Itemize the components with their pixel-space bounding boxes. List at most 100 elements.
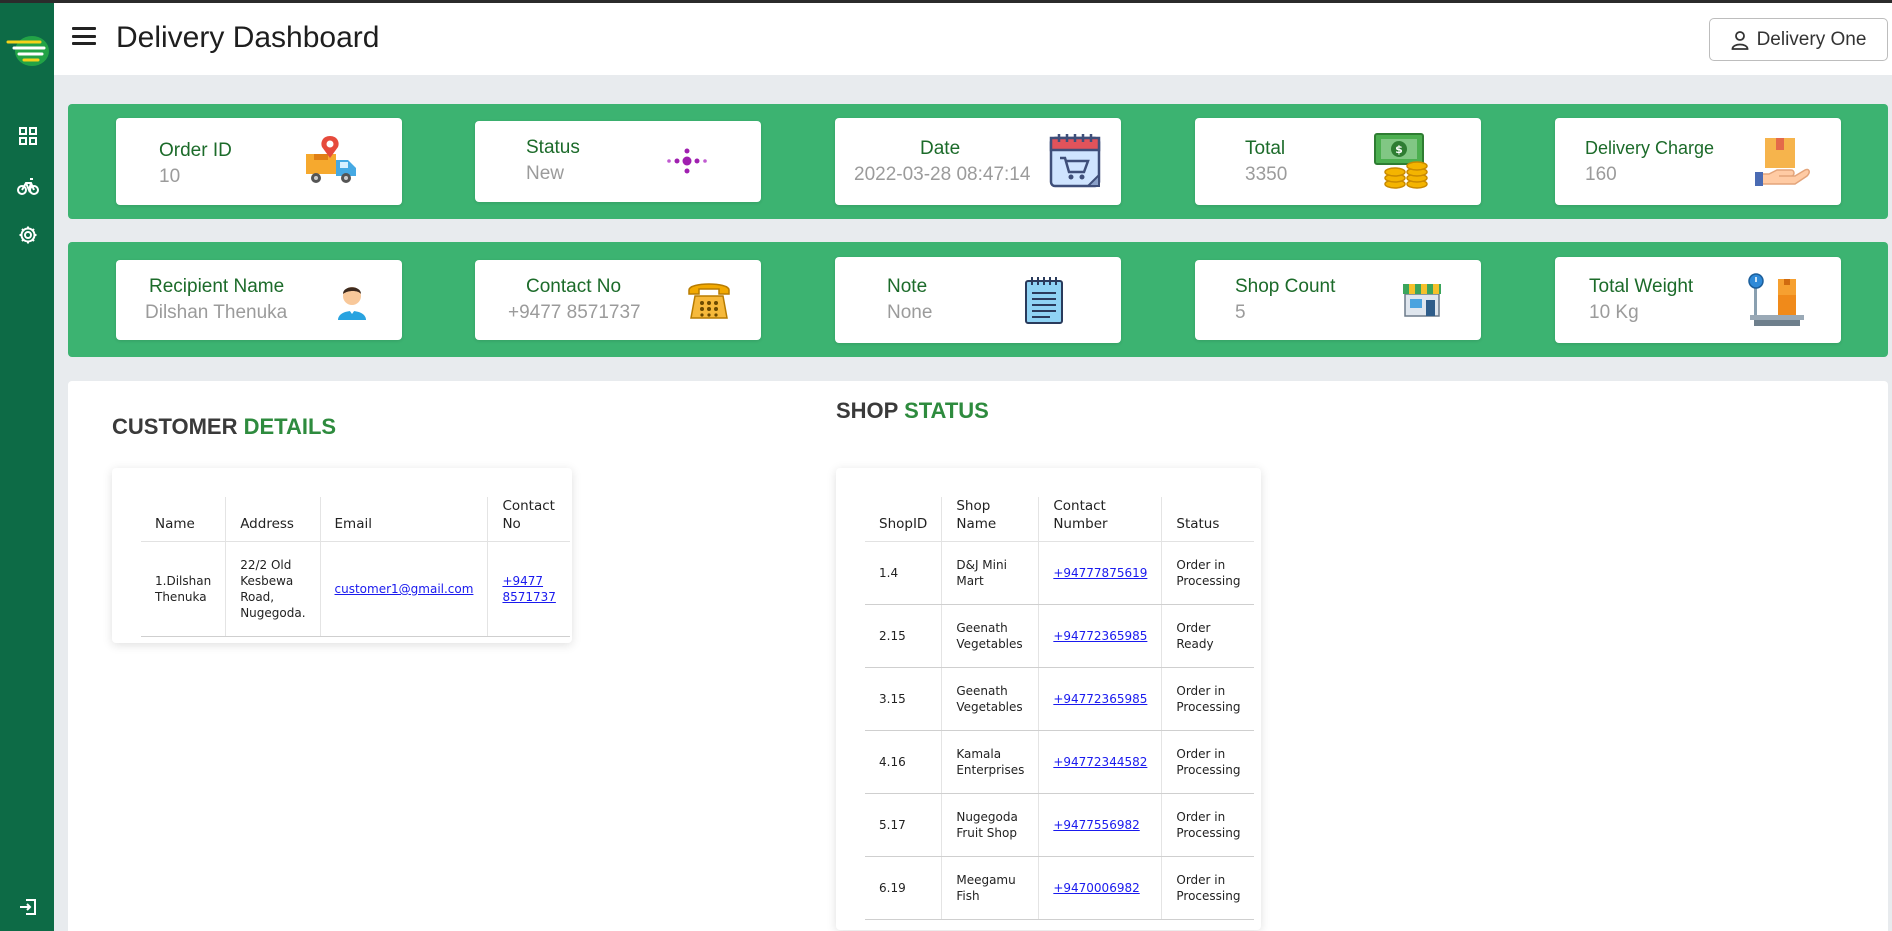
- note-card: Note None: [835, 257, 1121, 343]
- order-id-card: Order ID 10: [116, 118, 402, 205]
- shop-id: 3.15: [865, 667, 942, 731]
- shop-id: 6.19: [865, 856, 942, 920]
- date-label: Date: [920, 138, 961, 159]
- col-contact-no: Contact No: [487, 497, 570, 542]
- shop-status: Order in Processing: [1161, 667, 1255, 731]
- delivery-charge-value: 160: [1585, 164, 1617, 185]
- telephone-icon: [687, 278, 731, 325]
- delivery-charge-card: Delivery Charge 160: [1555, 118, 1841, 205]
- col-address: Address: [225, 497, 321, 542]
- svg-text:$: $: [1395, 143, 1403, 156]
- hamburger-menu-icon[interactable]: [72, 27, 96, 49]
- logout-icon[interactable]: [14, 893, 42, 921]
- status-card: Status New: [475, 121, 761, 202]
- shop-contact: +94772365985: [1038, 667, 1162, 731]
- shop-count-card: Shop Count 5: [1195, 260, 1481, 340]
- shop-name: Nugegoda Fruit Shop: [941, 793, 1039, 857]
- shop-id: 2.15: [865, 604, 942, 668]
- contact-no-card: Contact No +9477 8571737: [475, 260, 761, 340]
- total-weight-card: Total Weight 10 Kg: [1555, 257, 1841, 343]
- col-email: Email: [319, 497, 488, 542]
- col-shop-id: ShopID: [865, 497, 942, 542]
- col-name: Name: [141, 497, 226, 542]
- shop-status: Order in Processing: [1161, 541, 1255, 605]
- shop-contact-link[interactable]: +94772344582: [1053, 755, 1147, 769]
- shop-status: Order in Processing: [1161, 856, 1255, 920]
- shop-name: Geenath Vegetables: [941, 667, 1039, 731]
- shop-id: 5.17: [865, 793, 942, 857]
- recipient-summary-band: Recipient Name Dilshan Thenuka Contact N…: [68, 242, 1888, 357]
- page-title: Delivery Dashboard: [116, 21, 380, 54]
- details-panel: CUSTOMER DETAILS Name Address Email Cont…: [68, 381, 1888, 931]
- shop-count-value: 5: [1235, 302, 1246, 323]
- customer-contact: +9477 8571737: [487, 541, 570, 637]
- recipient-name-label: Recipient Name: [149, 276, 285, 297]
- date-card: Date 2022-03-28 08:47:14: [835, 118, 1121, 205]
- recipient-name-value: Dilshan Thenuka: [145, 302, 288, 323]
- customer-address: 22/2 Old Kesbewa Road, Nugegoda.: [225, 541, 321, 637]
- delivery-truck-icon: [304, 134, 362, 191]
- table-row: 3.15 Geenath Vegetables +94772365985 Orde…: [865, 667, 1255, 731]
- total-card: Total 3350 $: [1195, 118, 1481, 205]
- status-label: Status: [526, 137, 580, 158]
- order-summary-band: Order ID 10 Status New Date 2022-03-28 0…: [68, 104, 1888, 219]
- delivery-charge-label: Delivery Charge: [1585, 138, 1715, 158]
- total-value: 3350: [1245, 164, 1288, 185]
- table-row: 2.15 Geenath Vegetables +94772365985 Orde…: [865, 604, 1255, 668]
- shop-status: Order in Processing: [1161, 730, 1255, 794]
- total-weight-label: Total Weight: [1589, 276, 1694, 297]
- shop-id: 4.16: [865, 730, 942, 794]
- shop-status-table: ShopID Shop Name Contact Number Status 1.4…: [865, 497, 1255, 920]
- shop-contact: +94772344582: [1038, 730, 1162, 794]
- app-logo-icon[interactable]: [6, 30, 52, 70]
- shop-contact-link[interactable]: +94772365985: [1053, 629, 1147, 643]
- customer-table: Name Address Email Contact No 1.Dilshan Th…: [141, 497, 570, 637]
- note-label: Note: [887, 276, 928, 297]
- bicycle-icon[interactable]: [14, 172, 42, 200]
- shop-contact-link[interactable]: +94777875619: [1053, 566, 1147, 580]
- user-icon: [1731, 30, 1748, 50]
- recipient-name-card: Recipient Name Dilshan Thenuka: [116, 260, 402, 340]
- contact-no-label: Contact No: [526, 276, 622, 297]
- shop-contact: +9470006982: [1038, 856, 1162, 920]
- customer-email-link[interactable]: customer1@gmail.com: [335, 582, 474, 596]
- shop-name: D&J Mini Mart: [941, 541, 1039, 605]
- shop-name: Geenath Vegetables: [941, 604, 1039, 668]
- window-top-border: [0, 0, 1892, 3]
- table-row: 1.Dilshan Thenuka 22/2 Old Kesbewa Road, Nug…: [141, 541, 570, 637]
- shop-name: Meegamu Fish: [941, 856, 1039, 920]
- shop-contact-link[interactable]: +94772365985: [1053, 692, 1147, 706]
- shop-contact: +9477556982: [1038, 793, 1162, 857]
- order-id-label: Order ID: [159, 140, 232, 161]
- order-id-value: 10: [159, 166, 181, 187]
- col-contact-number: Contact Number: [1038, 497, 1162, 542]
- col-status: Status: [1161, 497, 1255, 542]
- shop-contact-link[interactable]: +9470006982: [1053, 881, 1139, 895]
- customer-contact-link[interactable]: +9477 8571737: [502, 574, 555, 604]
- user-name: Delivery One: [1756, 28, 1867, 50]
- status-value: New: [526, 163, 565, 184]
- date-value: 2022-03-28 08:47:14: [854, 164, 1031, 185]
- shop-store-icon: [1401, 280, 1443, 323]
- top-header: Delivery Dashboard Delivery One: [54, 3, 1892, 75]
- dashboard-grid-icon[interactable]: [14, 122, 42, 150]
- customer-email: customer1@gmail.com: [319, 541, 488, 637]
- shop-status: Order in Processing: [1161, 793, 1255, 857]
- shop-contact: +94772365985: [1038, 604, 1162, 668]
- user-profile-button[interactable]: Delivery One: [1709, 18, 1888, 61]
- customer-table-card: Name Address Email Contact No 1.Dilshan Th…: [112, 468, 572, 643]
- shop-count-label: Shop Count: [1235, 276, 1336, 297]
- customer-name: 1.Dilshan Thenuka: [141, 541, 226, 637]
- person-avatar-icon: [334, 280, 370, 327]
- table-row: 5.17 Nugegoda Fruit Shop +9477556982 Orde…: [865, 793, 1255, 857]
- shop-contact-link[interactable]: +9477556982: [1053, 818, 1139, 832]
- package-hand-icon: [1755, 136, 1811, 191]
- money-coins-icon: $: [1373, 132, 1433, 195]
- shop-status: Order Ready: [1161, 604, 1255, 668]
- col-shop-name: Shop Name: [941, 497, 1039, 542]
- settings-gear-icon[interactable]: [14, 221, 42, 249]
- total-label: Total: [1245, 138, 1286, 159]
- shop-id: 1.4: [865, 541, 942, 605]
- status-dots-icon: [665, 145, 709, 182]
- shop-status-title: SHOP STATUS: [836, 398, 989, 423]
